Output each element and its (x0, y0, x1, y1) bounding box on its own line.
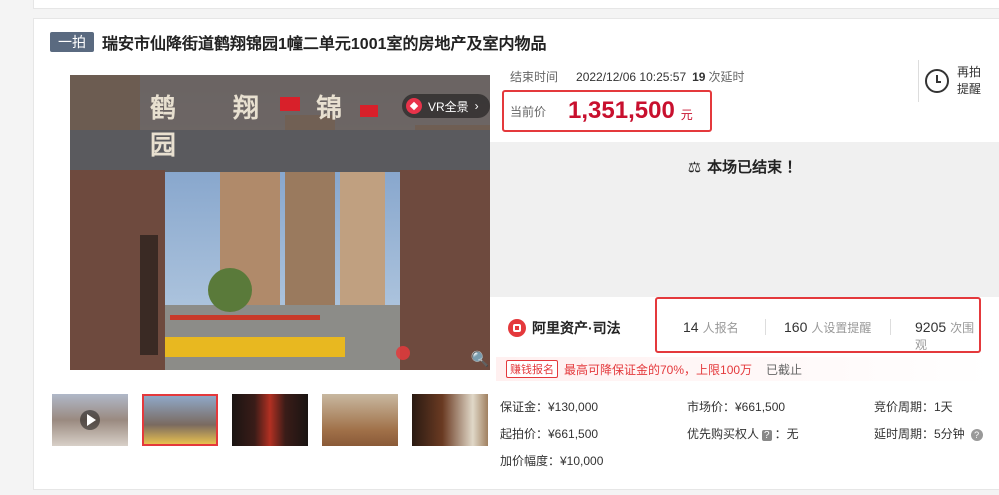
vr-label: VR全景 (428, 99, 469, 114)
top-strip (33, 0, 999, 9)
gate-sign-text: 鹤 翔 锦 园 (150, 94, 367, 161)
vr-icon (406, 98, 422, 114)
thumbnail-5[interactable] (412, 394, 488, 446)
deposit-info: 保证金：¥130,000 (500, 400, 599, 414)
thumbnail-1[interactable] (52, 394, 128, 446)
market-price-info: 市场价：¥661,500 (687, 400, 786, 414)
question-icon[interactable]: ? (970, 429, 983, 441)
signup-label: 人报名 (702, 321, 739, 335)
signup-count: 14 (683, 319, 699, 335)
remind-stat: 160 人设置提醒 (784, 319, 871, 336)
priority-buyer-info: 优先购买权人? ：无 (687, 425, 799, 442)
divider (765, 319, 766, 335)
watch-count: 9205 (915, 319, 947, 335)
delay-count: 19 (692, 70, 706, 84)
earn-signup-tag[interactable]: 赚钱报名 (506, 360, 558, 378)
thumbnail-4[interactable] (322, 394, 398, 446)
page-title: 瑞安市仙降街道鹤翔锦园1幢二单元1001室的房地产及室内物品 (102, 36, 547, 53)
platform-brand[interactable]: 阿里资产·司法 (508, 318, 621, 338)
remind-again-button[interactable]: 再拍提醒 (918, 60, 983, 102)
watch-stat: 9205 次围观 (915, 319, 979, 353)
alarm-clock-icon (925, 69, 949, 93)
thumbnail-strip (52, 394, 502, 446)
start-price-info: 起拍价：¥661,500 (500, 427, 599, 441)
auction-stats-box: 14 人报名 160 人设置提醒 9205 次围观 (655, 297, 981, 353)
notice-status: 已截止 (766, 362, 803, 377)
deposit-reduction-notice: 赚钱报名 最高可降保证金的70%，上限100万 已截止 (496, 357, 991, 381)
auction-ended-panel: ⚖ 本场已结束 ！ (490, 142, 999, 297)
platform-name: 阿里资产·司法 (532, 320, 621, 336)
auction-round-badge: 一拍 (50, 32, 94, 52)
chevron-right-icon: › (474, 99, 479, 113)
current-price-label: 当前价 (510, 104, 547, 119)
remind-count: 160 (784, 319, 808, 335)
divider (890, 319, 891, 335)
current-price-value: 1,351,500 (568, 97, 675, 124)
priority-buyer-label: 优先购买权人 (687, 427, 760, 441)
notice-message: 最高可降保证金的70%，上限100万 (564, 362, 753, 377)
play-icon (80, 410, 100, 430)
current-price-box: 当前价 1,351,500 元 (502, 90, 712, 132)
signup-stat: 14 人报名 (683, 319, 739, 336)
end-time-label: 结束时间 (510, 70, 559, 84)
zoom-icon[interactable]: 🔍 (470, 350, 490, 370)
end-time-row: 结束时间 2022/12/06 10:25:57 19 次延时 (510, 68, 745, 85)
auction-ended-text: 本场已结束 ！ (707, 159, 802, 176)
gavel-icon: ⚖ (687, 159, 702, 176)
end-time-value: 2022/12/06 10:25:57 (576, 70, 687, 84)
thumbnail-2-selected[interactable] (142, 394, 218, 446)
current-price-unit: 元 (680, 107, 693, 122)
ali-assets-logo-icon (508, 319, 526, 337)
delay-label: 次延时 (708, 70, 745, 84)
bidding-cycle-info: 竞价周期：1天 (874, 400, 953, 414)
remind-label: 再拍提醒 (957, 65, 982, 96)
remind-stat-label: 人设置提醒 (811, 321, 872, 335)
thumbnail-3[interactable] (232, 394, 308, 446)
delay-cycle-info: 延时周期：5分钟? (874, 425, 983, 442)
increment-info: 加价幅度：¥10,000 (500, 454, 604, 468)
priority-help-icon[interactable]: ? (762, 430, 772, 441)
delay-cycle-text: 延时周期：5分钟 (874, 427, 965, 441)
vr-view-button[interactable]: VR全景 › (402, 94, 490, 118)
title-row: 一拍 瑞安市仙降街道鹤翔锦园1幢二单元1001室的房地产及室内物品 (50, 32, 547, 53)
priority-buyer-value: ：无 (774, 427, 799, 441)
